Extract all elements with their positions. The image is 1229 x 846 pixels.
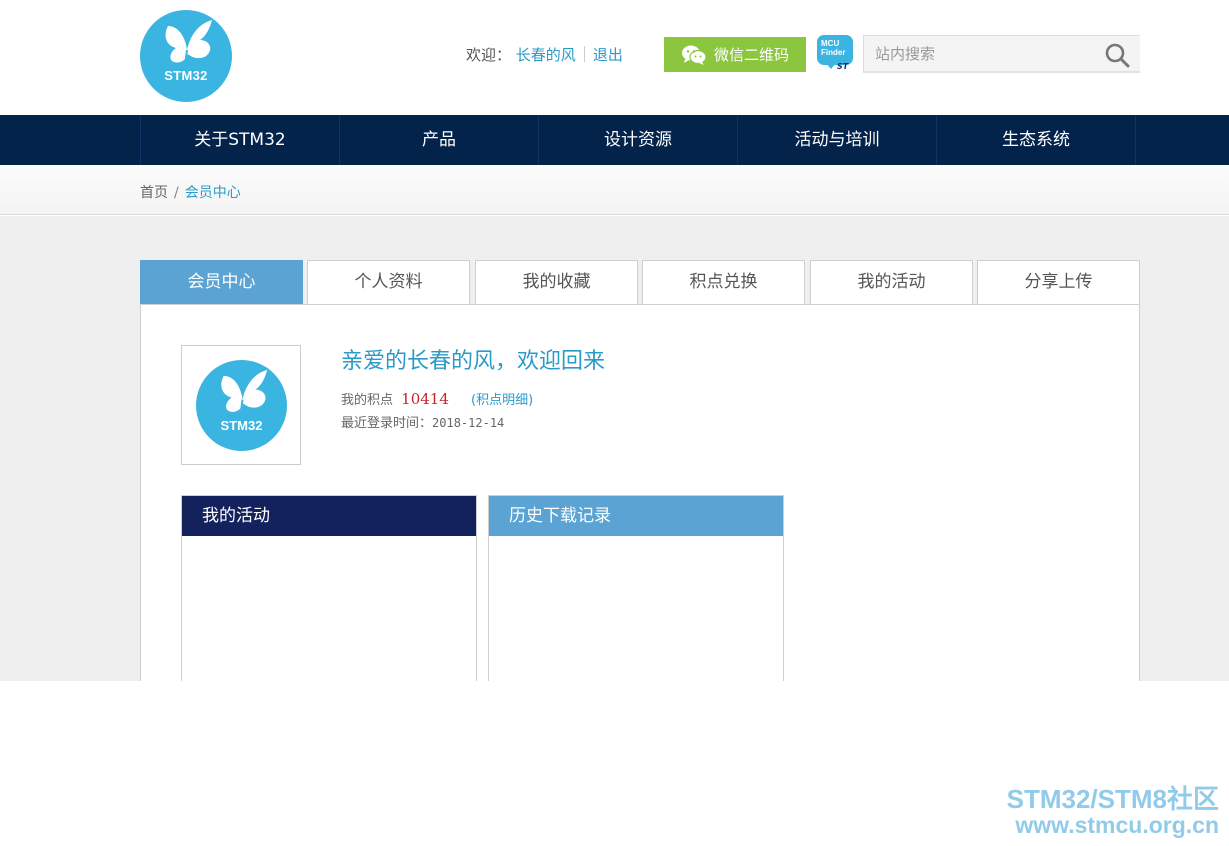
points-detail-link[interactable]: (积点明细): [471, 393, 533, 408]
logo-text: STM32: [164, 68, 208, 83]
points-row: 我的积点 10414 (积点明细): [341, 389, 533, 408]
username-link[interactable]: 长春的风: [516, 46, 576, 64]
butterfly-icon: [221, 369, 268, 416]
butterfly-icon: [165, 20, 212, 67]
mcu-finder-icon: MCU Finder: [817, 35, 853, 65]
wechat-qrcode-label: 微信二维码: [713, 46, 789, 64]
avatar-logo-text: STM32: [220, 418, 263, 433]
last-login-label: 最近登录时间：: [341, 416, 433, 431]
search-input[interactable]: [864, 36, 1094, 72]
breadcrumb-current[interactable]: 会员中心: [185, 185, 241, 201]
tab-share-upload[interactable]: 分享上传: [977, 260, 1140, 305]
welcome-greeting: 亲爱的长春的风，欢迎回来: [341, 349, 606, 374]
nav-item-about[interactable]: 关于STM32: [141, 115, 340, 165]
main-nav: 关于STM32 产品 设计资源 活动与培训 生态系统: [0, 115, 1229, 165]
wechat-icon: [681, 45, 707, 65]
member-center-body: 会员中心 个人资料 我的收藏 积点兑换 我的活动 分享上传 STM32 亲爱的长…: [0, 216, 1229, 681]
divider: [583, 46, 585, 62]
nav-item-events-training[interactable]: 活动与培训: [738, 115, 937, 165]
st-logo-icon: ST: [837, 62, 849, 71]
welcome-bar: 欢迎： 长春的风 退出: [466, 44, 623, 65]
site-header: STM32 欢迎： 长春的风 退出 微信二维码 MCU Finder ST: [0, 0, 1229, 115]
my-activities-title: 我的活动: [182, 496, 476, 536]
last-login-date: 2018-12-14: [432, 416, 505, 430]
points-value: 10414: [401, 390, 449, 408]
tab-points-exchange[interactable]: 积点兑换: [642, 260, 805, 305]
tab-member-center[interactable]: 会员中心: [140, 260, 303, 305]
logout-link[interactable]: 退出: [593, 46, 623, 64]
member-panel: STM32 亲爱的长春的风，欢迎回来 我的积点 10414 (积点明细) 最近登…: [140, 304, 1140, 681]
nav-item-ecosystem[interactable]: 生态系统: [937, 115, 1136, 165]
mcu-finder-tail: [825, 62, 837, 69]
points-label: 我的积点: [341, 393, 394, 408]
download-history-title: 历史下载记录: [489, 496, 783, 536]
tab-favorites[interactable]: 我的收藏: [475, 260, 638, 305]
nav-list: 关于STM32 产品 设计资源 活动与培训 生态系统: [140, 115, 1136, 165]
breadcrumb-bar: 首页 / 会员中心: [0, 165, 1229, 215]
page: STM32 欢迎： 长春的风 退出 微信二维码 MCU Finder ST 站内…: [0, 0, 1229, 846]
tab-my-activities[interactable]: 我的活动: [810, 260, 973, 305]
mcu-finder-link[interactable]: MCU Finder ST: [815, 34, 855, 72]
avatar-logo: STM32: [196, 360, 287, 451]
breadcrumb-separator: /: [174, 185, 179, 201]
breadcrumb-home[interactable]: 首页: [140, 185, 168, 201]
nav-item-design-resources[interactable]: 设计资源: [539, 115, 738, 165]
search-icon[interactable]: [1104, 42, 1130, 68]
member-tabs: 会员中心 个人资料 我的收藏 积点兑换 我的活动 分享上传: [140, 260, 1140, 305]
site-search: [863, 35, 1140, 73]
wechat-qrcode-button[interactable]: 微信二维码: [664, 37, 806, 72]
stm32-logo[interactable]: STM32: [140, 10, 232, 102]
nav-item-products[interactable]: 产品: [340, 115, 539, 165]
watermark-line1: STM32/STM8社区: [1006, 784, 1219, 814]
download-history-box: 历史下载记录: [488, 495, 784, 681]
tab-profile[interactable]: 个人资料: [307, 260, 470, 305]
welcome-label: 欢迎：: [466, 46, 512, 64]
avatar[interactable]: STM32: [181, 345, 301, 465]
site-watermark: STM32/STM8社区 www.stmcu.org.cn: [1007, 786, 1219, 838]
watermark-line2: www.stmcu.org.cn: [1015, 812, 1219, 838]
breadcrumb: 首页 / 会员中心: [140, 182, 241, 202]
my-activities-box: 我的活动: [181, 495, 477, 681]
last-login-row: 最近登录时间：2018-12-14: [341, 412, 504, 431]
